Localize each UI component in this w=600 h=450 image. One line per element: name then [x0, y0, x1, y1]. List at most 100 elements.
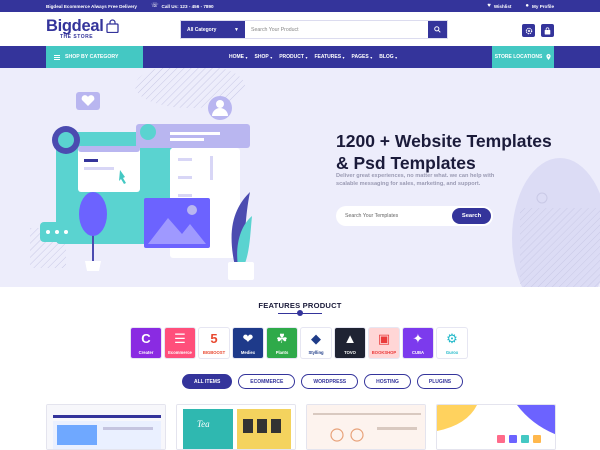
nav-shop[interactable]: SHOP ▾ [255, 54, 273, 60]
featured-product-ecommerce[interactable]: ☰ Ecommerce [165, 328, 195, 358]
shop-by-category-label: SHOP BY CATEGORY [65, 54, 119, 60]
template-preview-1[interactable] [46, 404, 166, 450]
hero-title: 1200 + Website Templates & Psd Templates [336, 130, 576, 175]
product-logo-icon: ▲ [343, 331, 357, 346]
template-search-button[interactable]: Search [452, 208, 491, 224]
header-actions [522, 24, 554, 37]
nav-pages[interactable]: PAGES ▾ [352, 54, 373, 60]
header: Bigdeal THE STORE All Category ▼ [0, 12, 600, 46]
gear-icon [525, 27, 532, 34]
category-select[interactable]: All Category ▼ [181, 21, 245, 38]
product-name: Plants [275, 350, 289, 355]
template-search-input[interactable] [345, 213, 452, 219]
heart-icon: ♥ [487, 3, 491, 9]
nav-home[interactable]: HOME ▾ [229, 54, 248, 60]
hero-banner: 1200 + Website Templates & Psd Templates… [0, 68, 600, 287]
nav-blog[interactable]: BLOG ▾ [379, 54, 397, 60]
featured-product-creater[interactable]: C Creater [131, 328, 161, 358]
featured-product-mediex[interactable]: ❤ Mediex [233, 328, 263, 358]
template-preview-3[interactable] [306, 404, 426, 450]
nav-home-label: HOME [229, 54, 244, 60]
preview-tea-text: Tea [197, 419, 210, 429]
menu-icon [54, 54, 60, 60]
nav-features[interactable]: FEATURES ▾ [314, 54, 344, 60]
promo-text-wrap: Bigdeal Ecommerce Always Free Delivery [46, 4, 137, 9]
product-search-bar: All Category ▼ [180, 20, 448, 39]
product-search-input[interactable] [245, 21, 428, 38]
featured-product-bigboost[interactable]: 5 BIGBOOST [199, 328, 229, 358]
product-name: Gurox [445, 350, 459, 355]
nav-features-label: FEATURES [314, 54, 342, 60]
user-icon: ● [525, 3, 530, 9]
nav-shop-label: SHOP [254, 54, 269, 60]
hero-illustration [40, 92, 254, 280]
hero-description: Deliver great experiences, no matter wha… [336, 173, 495, 188]
profile-link[interactable]: ● My Profile [525, 3, 554, 9]
product-name: Creater [138, 350, 154, 355]
title-underline-dot [297, 310, 303, 316]
product-name: TOVO [344, 350, 356, 355]
features-title: FEATURES PRODUCT [258, 301, 342, 310]
search-icon [434, 26, 441, 33]
top-bar: Bigdeal Ecommerce Always Free Delivery ☏… [0, 0, 600, 12]
product-logo-icon: ◆ [311, 331, 321, 346]
featured-product-plants[interactable]: ☘ Plants [267, 328, 297, 358]
featured-products: C Creater ☰ Ecommerce 5 BIGBOOST ❤ Mediex ☘ Plant… [131, 328, 467, 358]
profile-label: My Profile [532, 3, 554, 9]
product-search-button[interactable] [428, 21, 447, 38]
main-menu: HOME ▾ SHOP ▾ PRODUCT ▾ FEATURES ▾ PAGES ▾ BL… [229, 46, 397, 68]
wishlist-label: Wishlist [493, 3, 512, 9]
bag-icon [544, 26, 551, 34]
featured-product-stylling[interactable]: ◆ Stylling [301, 328, 331, 358]
logo[interactable]: Bigdeal THE STORE [46, 18, 180, 41]
store-locations-button[interactable]: STORE LOCATIONS [492, 46, 554, 68]
filter-wordpress[interactable]: WORDPRESS [301, 374, 359, 389]
chevron-down-icon: ▾ [270, 54, 273, 60]
chevron-down-icon: ▾ [370, 54, 373, 60]
nav-product-label: PRODUCT [279, 54, 304, 60]
store-locations-label: STORE LOCATIONS [494, 54, 543, 60]
product-logo-icon: ⚙ [446, 331, 458, 346]
filter-plugins[interactable]: PLUGINS [416, 374, 464, 389]
phone-text: Call Us: 123 - 456 - 7890 [161, 3, 214, 9]
featured-product-cuba[interactable]: ✦ CUBA [403, 328, 433, 358]
chevron-down-icon: ▾ [342, 54, 345, 60]
template-preview-2[interactable]: Tea [176, 404, 296, 450]
logo-subtitle: THE STORE [60, 34, 94, 41]
shopping-bag-icon [105, 19, 119, 33]
nav-blog-label: BLOG [379, 54, 394, 60]
filter-hosting[interactable]: HOSTING [364, 374, 411, 389]
template-preview-image [47, 405, 165, 449]
product-name: BOOKSHOP [371, 350, 397, 355]
caret-down-icon: ▼ [234, 26, 239, 33]
product-name: Stylling [308, 350, 324, 355]
product-logo-icon: ☰ [174, 331, 186, 346]
product-name: Mediex [240, 350, 256, 355]
featured-product-gurox[interactable]: ⚙ Gurox [437, 328, 467, 358]
template-preview-image: Tea [177, 405, 295, 449]
chevron-down-icon: ▾ [245, 54, 248, 60]
wishlist-link[interactable]: ♥ Wishlist [487, 3, 511, 9]
chevron-down-icon: ▾ [395, 54, 398, 60]
product-logo-icon: C [141, 331, 151, 346]
shop-by-category-button[interactable]: SHOP BY CATEGORY [46, 46, 143, 68]
product-name: CUBA [411, 350, 425, 355]
template-preview-image [437, 405, 555, 449]
logo-title: Bigdeal [46, 16, 104, 35]
category-select-label: All Category [187, 26, 217, 33]
cart-button[interactable] [541, 24, 554, 37]
template-preview-4[interactable] [436, 404, 556, 450]
nav-product[interactable]: PRODUCT ▾ [279, 54, 307, 60]
nav-pages-label: PAGES [351, 54, 369, 60]
location-pin-icon [546, 54, 551, 60]
main-navbar: SHOP BY CATEGORY HOME ▾ SHOP ▾ PRODUCT ▾ FE… [0, 46, 600, 68]
filter-ecommerce[interactable]: ECOMMERCE [238, 374, 296, 389]
product-logo-icon: 5 [210, 331, 218, 346]
promo-text: Bigdeal Ecommerce Always Free Delivery [46, 3, 137, 9]
featured-product-tovo[interactable]: ▲ TOVO [335, 328, 365, 358]
product-filters: ALL ITEMS ECOMMERCE WORDPRESS HOSTING PLUGIN… [182, 374, 464, 389]
filter-all-items[interactable]: ALL ITEMS [182, 374, 233, 389]
hero-title-line-1: 1200 + Website Templates [336, 131, 552, 151]
settings-button[interactable] [522, 24, 535, 37]
featured-product-bookshop[interactable]: ▣ BOOKSHOP [369, 328, 399, 358]
